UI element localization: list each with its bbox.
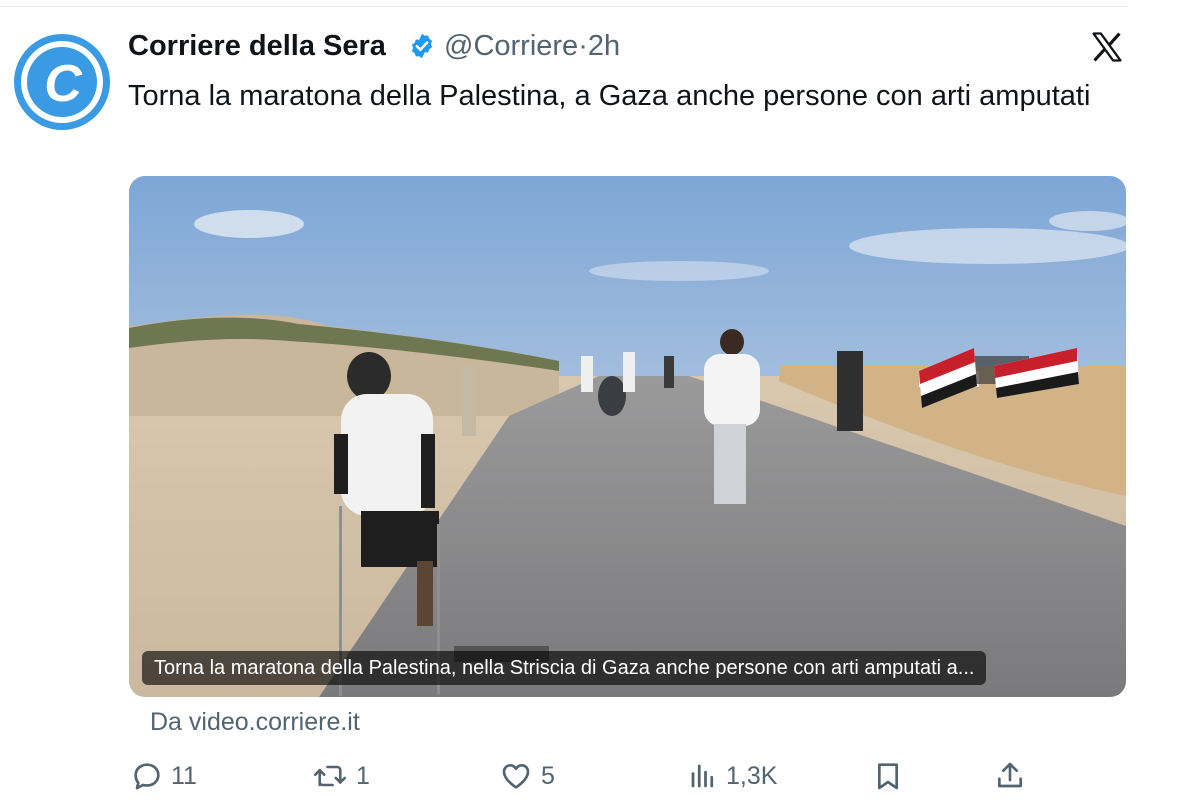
bookmark-button[interactable] bbox=[872, 760, 904, 792]
separator-dot: · bbox=[578, 30, 588, 62]
repost-button[interactable]: 1 bbox=[312, 760, 370, 792]
heart-icon bbox=[502, 764, 530, 789]
reply-count: 11 bbox=[171, 761, 197, 790]
reply-button[interactable]: 11 bbox=[131, 760, 197, 792]
video-thumbnail bbox=[129, 176, 1126, 697]
tweet-text: Torna la maratona della Palestina, a Gaz… bbox=[128, 80, 1091, 112]
bookmark-icon bbox=[878, 763, 898, 790]
reply-icon bbox=[134, 763, 160, 790]
author-name[interactable]: Corriere della Sera bbox=[128, 30, 386, 63]
svg-text:C: C bbox=[44, 55, 83, 113]
author-handle-time[interactable]: @Corriere·2h bbox=[444, 30, 620, 63]
post-time[interactable]: 2h bbox=[588, 30, 620, 62]
like-button[interactable]: 5 bbox=[499, 760, 555, 792]
avatar[interactable]: C bbox=[14, 34, 110, 130]
repost-count: 1 bbox=[356, 761, 370, 790]
like-count: 5 bbox=[541, 761, 555, 790]
views-icon bbox=[691, 764, 714, 788]
share-button[interactable] bbox=[994, 760, 1026, 792]
x-logo-icon bbox=[1092, 32, 1122, 62]
verified-badge-icon bbox=[411, 33, 433, 59]
link-source[interactable]: Da video.corriere.it bbox=[150, 708, 360, 737]
video-media[interactable]: Torna la maratona della Palestina, nella… bbox=[129, 176, 1126, 697]
views-button[interactable]: 1,3K bbox=[688, 760, 777, 792]
share-icon bbox=[998, 762, 1022, 788]
top-divider bbox=[0, 6, 1128, 7]
corriere-logo-icon: C bbox=[44, 55, 83, 113]
video-caption: Torna la maratona della Palestina, nella… bbox=[142, 651, 987, 685]
author-handle[interactable]: @Corriere bbox=[444, 30, 578, 62]
repost-icon bbox=[313, 765, 347, 787]
view-count: 1,3K bbox=[726, 761, 778, 790]
